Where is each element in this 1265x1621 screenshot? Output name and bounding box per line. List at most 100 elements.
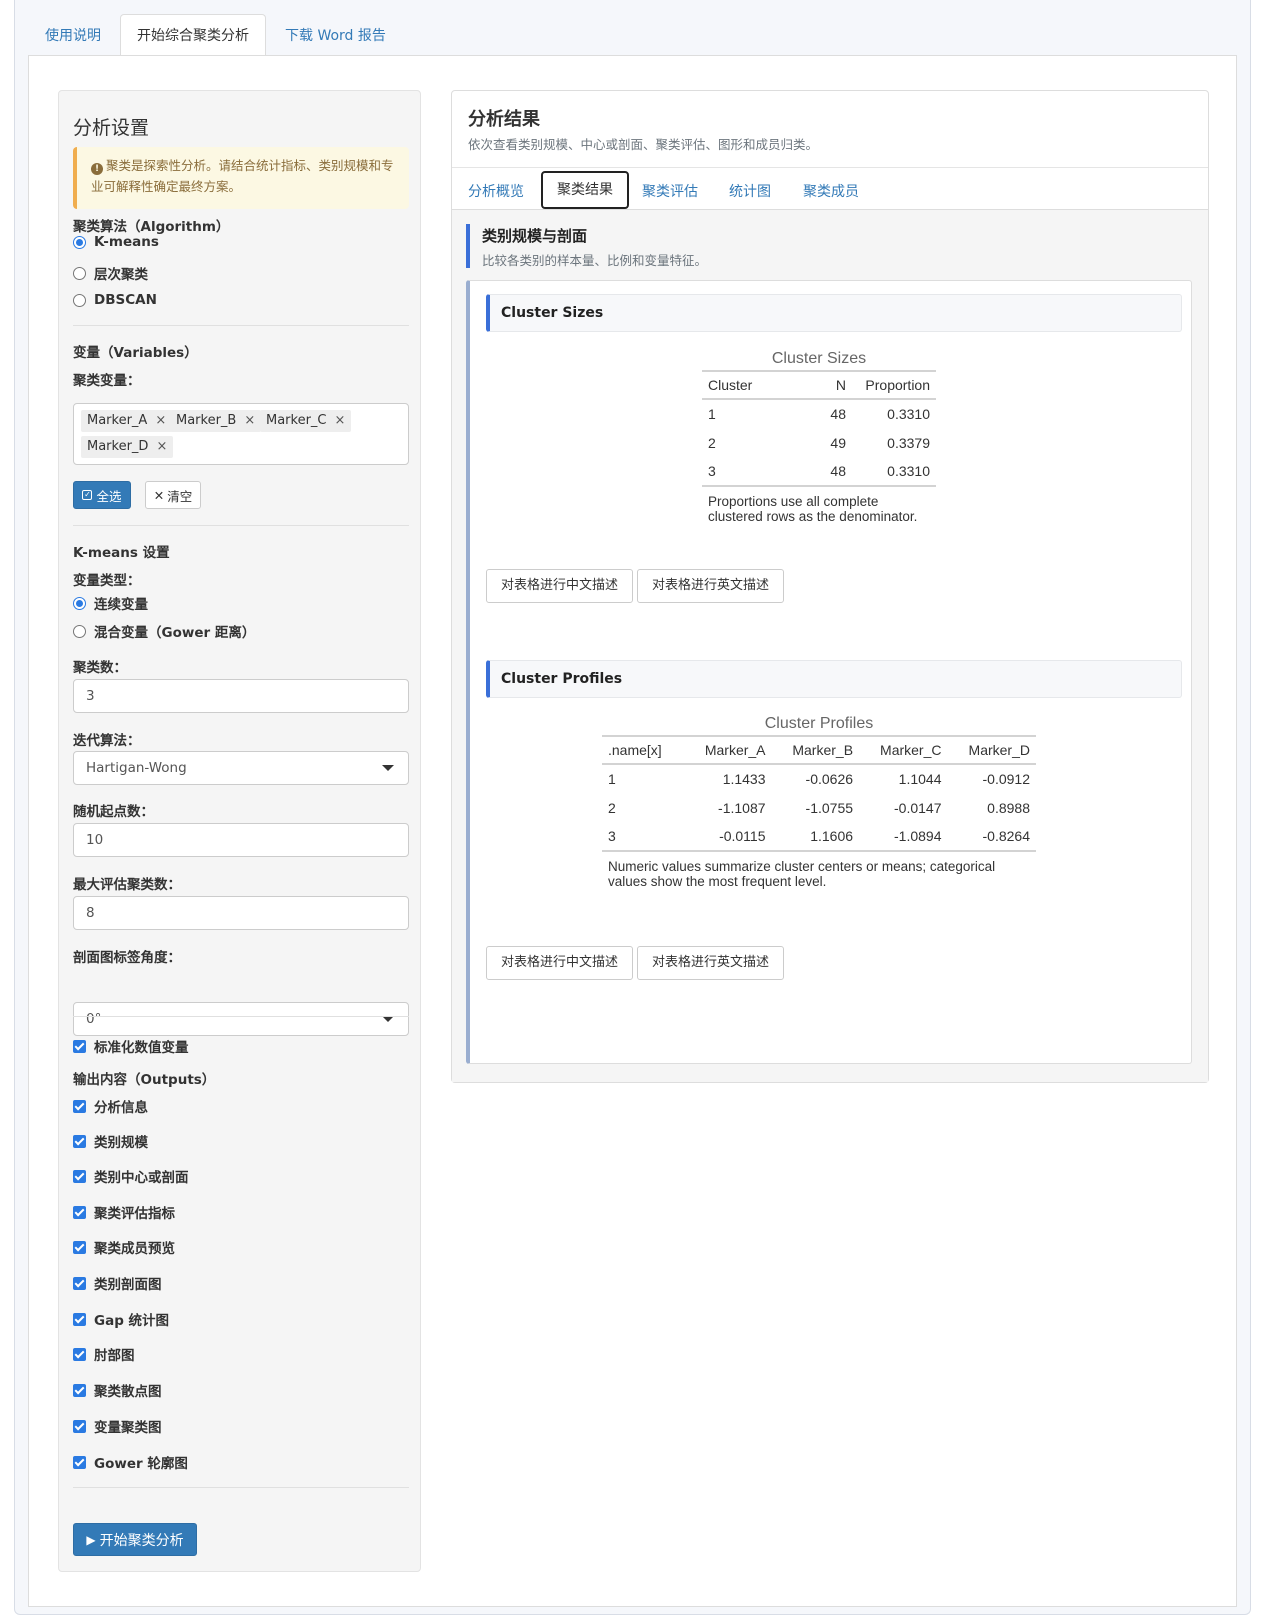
cell: 1.1044 [898,771,942,787]
checkbox-label: Gower 轮廓图 [94,1456,188,1472]
tab-overview[interactable]: 分析概览 [454,174,538,210]
tab-members[interactable]: 聚类成员 [789,174,873,210]
cell: -0.0912 [982,771,1030,787]
radio-continuous[interactable]: 连续变量 [73,593,148,613]
checkbox-output[interactable]: 类别规模 [73,1131,148,1151]
var-type-label: 变量类型： [73,573,141,589]
checkbox-output[interactable]: 分析信息 [73,1096,148,1116]
radio-icon-selected[interactable] [73,235,86,249]
tab-start-analysis[interactable]: 开始综合聚类分析 [120,14,266,56]
radio-icon[interactable] [73,293,86,307]
variables-label: 变量（Variables） [73,345,198,361]
top-tabs: 使用说明 开始综合聚类分析 下载 Word 报告 [28,14,405,56]
radio-hierarchical[interactable]: 层次聚类 [73,263,148,283]
angle-select[interactable]: 0° [73,1002,409,1036]
col-header: Marker_C [880,742,942,758]
remove-icon[interactable]: × [155,413,166,428]
play-icon: ▶ [86,1532,96,1547]
checkbox-icon[interactable] [73,1039,86,1053]
checkbox-output[interactable]: 肘部图 [73,1344,135,1364]
profiles-card-header: Cluster Profiles [486,660,1182,698]
tag-marker-b: Marker_B × [170,410,262,432]
col-header: N [835,377,846,393]
checkbox-output[interactable]: 类别剖面图 [73,1273,162,1293]
warning-box: ! 聚类是探索性分析。请结合统计指标、类别规模和专业可解释性确定最终方案。 [73,147,409,209]
radio-mixed-gower[interactable]: 混合变量（Gower 距离） [73,621,255,641]
cell: 1.1433 [722,771,766,787]
table-row: 3 -0.0115 1.1606 -1.0894 -0.8264 [602,822,1036,851]
select-value: 0° [86,1011,102,1027]
checkbox-icon[interactable] [73,1347,86,1361]
checkbox-label: 聚类散点图 [94,1384,162,1400]
checkbox-output[interactable]: Gap 统计图 [73,1309,169,1329]
checkbox-icon[interactable] [73,1455,86,1469]
tab-cluster-results[interactable]: 聚类结果 [541,171,629,209]
checkbox-icon[interactable] [73,1419,86,1433]
cell: -1.1087 [718,799,766,816]
maxk-input[interactable]: 8 [73,896,409,930]
checkbox-icon[interactable] [73,1312,86,1326]
checkbox-output[interactable]: 聚类散点图 [73,1380,162,1400]
checkbox-standardize[interactable]: 标准化数值变量 [73,1036,189,1056]
outputs-label: 输出内容（Outputs） [73,1072,216,1088]
radio-dbscan[interactable]: DBSCAN [73,292,157,308]
checkbox-output[interactable]: 变量聚类图 [73,1416,162,1436]
checkbox-icon[interactable] [73,1383,86,1397]
cell: 3 [608,828,616,844]
algorithm-label: 聚类算法（Algorithm） [73,219,230,235]
checkbox-icon[interactable] [73,1134,86,1148]
select-all-button[interactable]: ✓ 全选 [73,481,131,509]
remove-icon[interactable]: × [244,413,255,428]
checkbox-icon[interactable] [73,1240,86,1254]
profiles-table: Cluster Profiles .name[x] Marker_A Marke… [602,713,1036,889]
output-container: Cluster Sizes Cluster Sizes Cluster N Pr… [466,280,1192,1064]
describe-en-button[interactable]: 对表格进行英文描述 [637,946,784,980]
describe-cn-button[interactable]: 对表格进行中文描述 [486,946,633,980]
remove-icon[interactable]: × [335,413,346,428]
nstart-input[interactable]: 10 [73,823,409,857]
cell: 48 [830,463,846,479]
results-subtitle: 依次查看类别规模、中心或剖面、聚类评估、图形和成员归类。 [468,137,819,152]
cell: -0.0115 [719,828,766,844]
cell: -0.0626 [805,771,854,787]
k-input[interactable]: 3 [73,679,409,713]
checkbox-output[interactable]: 类别中心或剖面 [73,1166,189,1186]
checkbox-output[interactable]: 聚类评估指标 [73,1202,175,1222]
tab-download-report[interactable]: 下载 Word 报告 [268,14,403,56]
cell: 2 [608,799,616,816]
checkbox-icon[interactable] [73,1169,86,1183]
checkbox-label: 类别中心或剖面 [94,1170,189,1186]
radio-label: K-means [94,234,159,250]
checkbox-icon[interactable] [73,1276,86,1290]
radio-icon-selected[interactable] [73,596,86,610]
tab-plots[interactable]: 统计图 [715,174,785,210]
variables-select[interactable]: Marker_A × Marker_B × Marker_C × Marker_D × [73,403,409,465]
cell: 2 [708,434,716,451]
describe-en-button[interactable]: 对表格进行英文描述 [637,569,784,603]
clear-button[interactable]: ✕ 清空 [145,481,201,509]
radio-kmeans[interactable]: K-means [73,234,159,250]
warning-text: 聚类是探索性分析。请结合统计指标、类别规模和专业可解释性确定最终方案。 [91,158,394,194]
radio-label: 连续变量 [94,597,148,613]
maxk-label: 最大评估聚类数： [73,877,181,893]
results-panel: 分析结果 依次查看类别规模、中心或剖面、聚类评估、图形和成员归类。 分析概览 聚… [451,90,1209,1083]
run-analysis-button[interactable]: ▶ 开始聚类分析 [73,1523,197,1556]
tag-marker-d: Marker_D × [81,436,174,458]
checkbox-icon[interactable] [73,1099,86,1113]
nstart-label: 随机起点数： [73,804,154,820]
radio-icon[interactable] [73,266,86,280]
tab-instructions[interactable]: 使用说明 [28,14,118,56]
checkbox-output[interactable]: 聚类成员预览 [73,1237,175,1257]
tab-evaluation[interactable]: 聚类评估 [628,174,712,210]
describe-cn-button[interactable]: 对表格进行中文描述 [486,569,633,603]
checkbox-label: 肘部图 [94,1348,135,1364]
cluster-vars-label: 聚类变量： [73,373,141,389]
remove-icon[interactable]: × [156,439,167,454]
radio-icon[interactable] [73,624,86,638]
kmeans-settings-label: K-means 设置 [73,545,170,561]
tag-label: Marker_B [176,413,237,428]
table-row: 2 49 0.3379 [702,428,936,457]
checkbox-output[interactable]: Gower 轮廓图 [73,1452,188,1472]
checkbox-icon[interactable] [73,1205,86,1219]
iter-algorithm-select[interactable]: Hartigan-Wong [73,751,409,785]
